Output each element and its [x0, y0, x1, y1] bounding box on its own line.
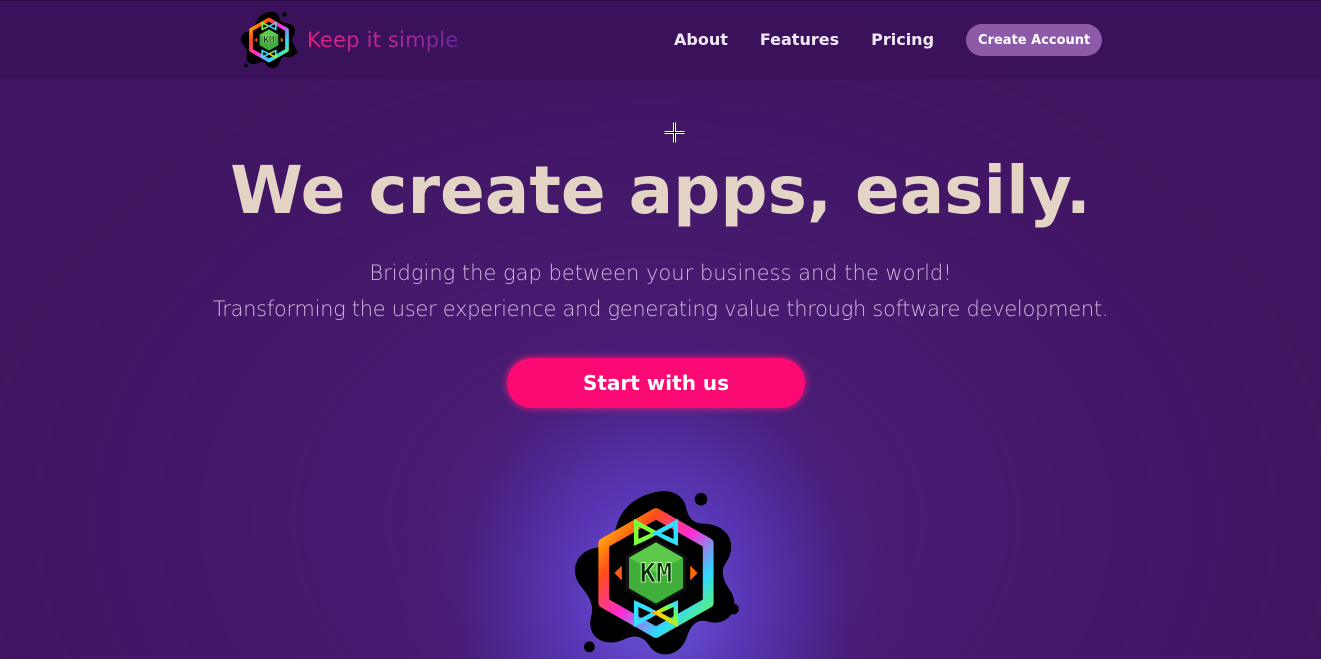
brand-home-link[interactable]: Keep it simple	[238, 9, 458, 71]
hero-subtitle-line-1: Bridging the gap between your business a…	[369, 261, 952, 285]
start-with-us-button[interactable]: Start with us	[507, 358, 805, 408]
nav-link-about[interactable]: About	[658, 24, 744, 56]
km-flower-logo-icon	[238, 9, 300, 71]
hero-title: We create apps, easily.	[230, 152, 1091, 229]
create-account-button[interactable]: Create Account	[966, 24, 1103, 56]
crosshair-cursor-icon	[664, 122, 685, 143]
brand-name: Keep it simple	[307, 28, 459, 52]
main-nav: About Features Pricing Create Account	[658, 24, 1103, 56]
hero-subtitle-line-2: Transforming the user experience and gen…	[212, 297, 1109, 321]
nav-link-pricing[interactable]: Pricing	[855, 24, 950, 56]
top-navbar: Keep it simple About Features Pricing Cr…	[0, 0, 1321, 79]
km-flower-logo-icon	[566, 478, 746, 659]
nav-link-features[interactable]: Features	[744, 24, 855, 56]
